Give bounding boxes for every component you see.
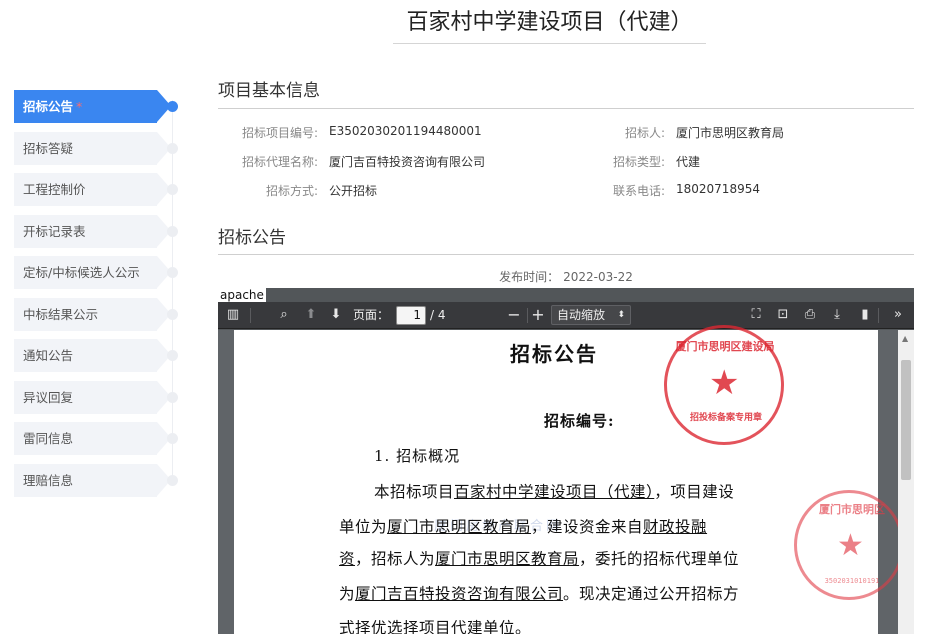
sidebar-item-label: 定标/中标候选人公示 [14, 256, 171, 289]
document-section-heading: 1. 招标概况 [374, 447, 461, 465]
page-label: 页面： [353, 308, 390, 322]
page-total: / 4 [430, 308, 446, 322]
document-line: 资，招标人为厦门市思明区教育局，委托的招标代理单位 [339, 550, 740, 568]
required-marker: * [76, 99, 83, 114]
basic-info-title: 项目基本信息 [218, 81, 320, 101]
official-seal: 厦门市思明区 ★ 3502031010191 [794, 490, 904, 600]
sidebar-item-label: 中标结果公示 [14, 297, 171, 331]
timeline-dot [167, 184, 178, 195]
sidebar-item-claims[interactable]: 理赔信息 [14, 463, 184, 497]
timeline-dot [167, 101, 178, 112]
timeline-dot [167, 225, 178, 237]
document-line: 单位为厦门市思明区教育局，建设资金来自财政投融 [339, 518, 708, 536]
sidebar-item-similar[interactable]: 雷同信息 [14, 422, 184, 455]
method-value: 公开招标 [329, 184, 378, 198]
project-code-label: 招标项目编号: [241, 126, 318, 140]
publish-date: 2022-03-22 [563, 270, 633, 284]
project-code-value: E3502030201194480001 [329, 124, 482, 138]
divider [218, 108, 914, 109]
frame-alt-text: apache [218, 288, 266, 302]
chevron-updown-icon: ⬍ [617, 310, 625, 320]
sidebar-item-label: 理赔信息 [14, 463, 171, 497]
next-page-icon[interactable]: ⬇ [327, 306, 345, 324]
pdf-viewer[interactable]: apache ▥ ⌕ ⬆ ⬇ 页面： 1 / 4 − + 自动缩放 ⬍ ⛶ ⊡ ⎙… [218, 288, 914, 634]
toolbar-separator [878, 308, 879, 323]
pdf-page: 厦门市思明区建设局 ★ 招投标备案专用章 厦门市思明区 ★ 3502031010… [234, 325, 904, 634]
tender-type-label: 招标类型: [612, 155, 665, 169]
star-icon: ★ [709, 363, 740, 403]
sidebar-item-label: 雷同信息 [14, 422, 171, 455]
sidebar-item-result[interactable]: 中标结果公示 [14, 297, 184, 331]
document-code-label: 招标编号: [544, 412, 615, 430]
previous-page-icon[interactable]: ⬆ [302, 306, 320, 324]
publish-label: 发布时间： [499, 270, 560, 284]
agency-value: 厦门吉百特投资咨询有限公司 [329, 155, 486, 169]
sidebar-item-label: 开标记录表 [14, 214, 171, 248]
seal-subtext: 招投标备案专用章 [689, 413, 762, 423]
sidebar-item-tender-notice[interactable]: 招标公告 * [14, 90, 184, 123]
document-line: 为厦门吉百特投资咨询有限公司。现决定通过公开招标方 [339, 585, 740, 603]
sidebar-item-candidates[interactable]: 定标/中标候选人公示 [14, 256, 184, 289]
document-line: 式择优选择项目代建单位。 [339, 619, 532, 634]
pdf-canvas: 厦门市思明区建设局 ★ 招投标备案专用章 厦门市思明区 ★ 3502031010… [218, 325, 904, 634]
toolbar-separator [250, 308, 251, 323]
toolbar-separator [527, 308, 528, 323]
timeline-dot [167, 350, 178, 361]
tender-type-value: 代建 [676, 155, 701, 169]
seal-number: 3502031010191 [824, 577, 880, 585]
zoom-select[interactable]: 自动缩放 ⬍ [551, 305, 631, 325]
sidebar-item-label: 工程控制价 [14, 173, 171, 206]
timeline-dot [167, 142, 178, 154]
timeline-dot [167, 391, 178, 403]
timeline-dot [167, 433, 178, 444]
pdf-toolbar: ▥ ⌕ ⬆ ⬇ 页面： 1 / 4 − + 自动缩放 ⬍ ⛶ ⊡ ⎙ ⤓ ▮ » [218, 302, 914, 329]
sidebar-toggle-icon[interactable]: ▥ [224, 306, 242, 324]
document-title: 招标公告 [510, 342, 598, 366]
print-icon[interactable]: ⎙ [801, 306, 819, 324]
sidebar-item-notices[interactable]: 通知公告 [14, 339, 184, 372]
download-icon[interactable]: ⤓ [828, 306, 846, 324]
scroll-up-icon[interactable]: ▲ [902, 334, 908, 343]
sidebar-item-control-price[interactable]: 工程控制价 [14, 173, 184, 206]
sidebar-item-objection[interactable]: 异议回复 [14, 380, 184, 414]
sidebar-item-label: 招标答疑 [14, 131, 171, 165]
bookmark-icon[interactable]: ▮ [856, 306, 874, 324]
page-title: 百家村中学建设项目（代建） [393, 6, 706, 44]
zoom-in-icon[interactable]: + [529, 306, 547, 324]
tenderer-label: 招标人: [624, 126, 665, 140]
sidebar-item-label: 通知公告 [14, 339, 171, 372]
presentation-mode-icon[interactable]: ⛶ [747, 306, 765, 324]
star-icon: ★ [837, 528, 864, 563]
announcement-title: 招标公告 [218, 228, 286, 248]
zoom-out-icon[interactable]: − [505, 306, 523, 324]
sidebar-nav: 招标公告 * 招标答疑 工程控制价 开标记录表 定标/中标候选人公示 中标结果公示… [14, 90, 184, 505]
publish-time: 发布时间： 2022-03-22 [218, 268, 914, 285]
scroll-thumb[interactable] [901, 360, 911, 480]
page-number-input[interactable]: 1 [396, 306, 426, 325]
search-icon[interactable]: ⌕ [275, 306, 293, 324]
phone-label: 联系电话: [612, 184, 665, 198]
timeline-dot [167, 267, 178, 278]
agency-label: 招标代理名称: [241, 155, 318, 169]
sidebar-item-label: 异议回复 [14, 380, 171, 414]
divider [218, 254, 914, 255]
tools-menu-icon[interactable]: » [889, 306, 907, 324]
open-file-icon[interactable]: ⊡ [774, 306, 792, 324]
sidebar-item-label: 招标公告 [23, 99, 74, 114]
tenderer-value: 厦门市思明区教育局 [676, 126, 785, 140]
zoom-select-value: 自动缩放 [557, 308, 606, 322]
document-line: 本招标项目百家村中学建设项目（代建），项目建设 [374, 483, 735, 501]
timeline-dot [167, 308, 178, 320]
pdf-scrollbar[interactable]: ▲ [898, 330, 914, 634]
timeline-dot [167, 474, 178, 486]
phone-value: 18020718954 [676, 182, 760, 196]
sidebar-item-qa[interactable]: 招标答疑 [14, 131, 184, 165]
sidebar-item-opening-record[interactable]: 开标记录表 [14, 214, 184, 248]
seal-text: 厦门市思明区 [819, 503, 885, 516]
method-label: 招标方式: [265, 184, 318, 198]
